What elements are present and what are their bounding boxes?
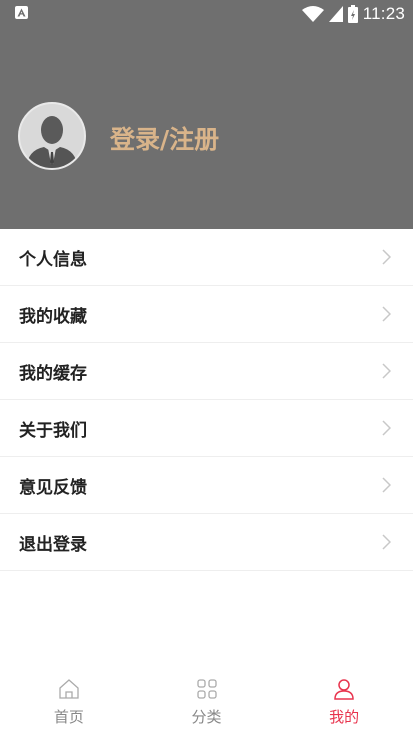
menu-item-about-us[interactable]: 关于我们: [0, 400, 413, 457]
avatar[interactable]: [18, 102, 86, 170]
menu-item-logout[interactable]: 退出登录: [0, 514, 413, 571]
chevron-right-icon: [382, 306, 391, 322]
login-register-link[interactable]: 登录/注册: [110, 120, 219, 156]
menu-item-label: 个人信息: [19, 249, 87, 270]
menu-item-label: 退出登录: [19, 534, 87, 555]
bottom-tab-bar: 首页 分类 我的: [0, 674, 413, 732]
status-time: 11:23: [362, 4, 405, 23]
home-icon: [59, 679, 79, 699]
menu-item-label: 意见反馈: [19, 477, 87, 498]
grid-icon: [196, 679, 217, 699]
tab-label: 首页: [53, 708, 84, 726]
tab-mine[interactable]: 我的: [275, 674, 413, 732]
profile-menu: 个人信息 我的收藏 我的缓存 关于我们 意见反馈 退出登录: [0, 229, 413, 571]
menu-item-favorites[interactable]: 我的收藏: [0, 286, 413, 343]
menu-item-label: 关于我们: [19, 420, 87, 441]
chevron-right-icon: [382, 363, 391, 379]
battery-icon: [347, 5, 358, 23]
menu-item-cache[interactable]: 我的缓存: [0, 343, 413, 400]
tab-category[interactable]: 分类: [138, 674, 276, 732]
chevron-right-icon: [382, 249, 391, 265]
menu-item-label: 我的缓存: [19, 363, 87, 384]
menu-item-personal-info[interactable]: 个人信息: [0, 229, 413, 286]
app-notification-icon: [15, 6, 28, 19]
tab-label: 我的: [329, 708, 360, 726]
signal-icon: [328, 6, 343, 22]
status-bar: 11:23: [0, 0, 413, 27]
menu-item-label: 我的收藏: [19, 306, 87, 327]
user-icon: [334, 679, 354, 700]
chevron-right-icon: [382, 420, 391, 436]
menu-item-feedback[interactable]: 意见反馈: [0, 457, 413, 514]
wifi-icon: [301, 6, 324, 22]
chevron-right-icon: [382, 534, 391, 550]
tab-home[interactable]: 首页: [0, 674, 138, 732]
chevron-right-icon: [382, 477, 391, 493]
user-silhouette-icon: [26, 116, 78, 168]
tab-label: 分类: [191, 708, 222, 726]
